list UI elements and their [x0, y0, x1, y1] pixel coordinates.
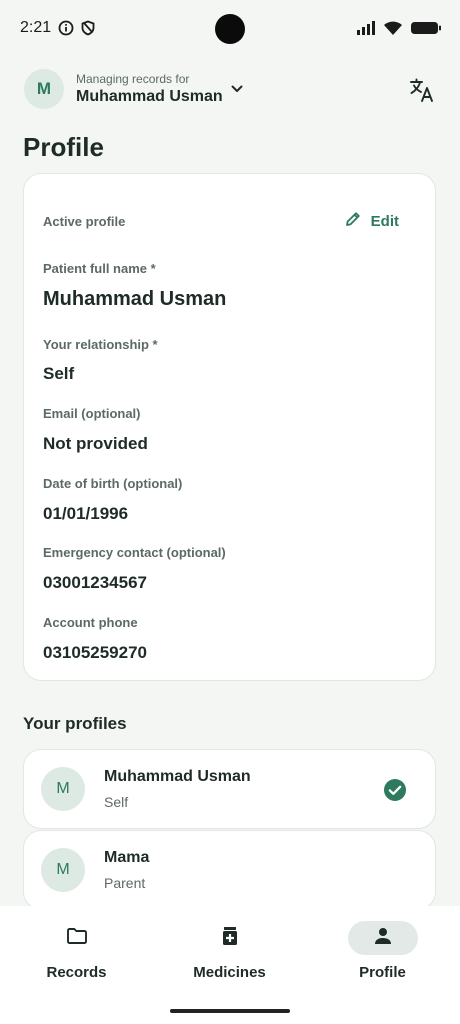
translate-icon[interactable]	[408, 76, 436, 104]
field-label-full-name: Patient full name *	[43, 261, 156, 276]
info-circle-icon	[58, 20, 74, 41]
chevron-down-icon[interactable]	[230, 82, 244, 101]
pencil-icon	[344, 210, 362, 232]
status-time: 2:21	[20, 19, 52, 36]
bottom-nav: Records Medicines Profile	[0, 906, 460, 1024]
avatar[interactable]: M	[24, 69, 64, 109]
field-value-full-name: Muhammad Usman	[43, 288, 227, 310]
shield-icon	[80, 20, 96, 41]
edit-label: Edit	[370, 212, 399, 230]
field-value-dob: 01/01/1996	[43, 504, 129, 523]
profile-relationship: Parent	[104, 875, 146, 891]
field-label-email: Email (optional)	[43, 406, 141, 421]
profile-item-muhammad-usman[interactable]: M Muhammad Usman Self	[23, 749, 436, 829]
avatar: M	[41, 767, 85, 811]
page-title: Profile	[23, 132, 104, 162]
managing-caption: Managing records for	[76, 72, 190, 86]
signal-icon	[356, 20, 376, 41]
profile-item-mama[interactable]: M Mama Parent	[23, 830, 436, 910]
avatar: M	[41, 848, 85, 892]
field-label-emergency-contact: Emergency contact (optional)	[43, 545, 226, 560]
camera-cutout	[215, 14, 245, 44]
nav-label: Records	[46, 964, 107, 981]
your-profiles-title: Your profiles	[23, 714, 127, 733]
field-value-relationship: Self	[43, 364, 75, 383]
medicine-icon	[218, 924, 242, 953]
battery-icon	[410, 20, 442, 41]
status-bar: 2:21	[0, 0, 460, 58]
field-value-emergency-contact: 03001234567	[43, 573, 148, 592]
field-label-dob: Date of birth (optional)	[43, 476, 183, 491]
folder-icon	[65, 924, 89, 953]
field-value-email: Not provided	[43, 434, 148, 453]
field-label-relationship: Your relationship *	[43, 337, 158, 352]
nav-label: Medicines	[193, 964, 266, 981]
edit-button[interactable]: Edit	[344, 210, 399, 232]
field-value-account-phone: 03105259270	[43, 643, 148, 662]
profile-relationship: Self	[104, 794, 129, 810]
check-circle-icon	[383, 778, 407, 807]
profile-name: Mama	[104, 849, 150, 866]
nav-item-records[interactable]: Records	[0, 906, 153, 996]
home-indicator[interactable]	[170, 1009, 290, 1013]
header: M Managing records for Muhammad Usman	[24, 68, 444, 112]
person-icon	[371, 924, 395, 953]
nav-item-profile[interactable]: Profile	[306, 906, 459, 996]
active-profile-label: Active profile	[43, 214, 126, 229]
active-profile-card: Active profile Edit Patient full name * …	[23, 173, 436, 681]
nav-item-medicines[interactable]: Medicines	[153, 906, 306, 996]
field-label-account-phone: Account phone	[43, 615, 138, 630]
managing-name[interactable]: Muhammad Usman	[76, 88, 223, 106]
wifi-icon	[383, 20, 403, 41]
nav-label: Profile	[359, 964, 406, 981]
profile-name: Muhammad Usman	[104, 768, 251, 785]
